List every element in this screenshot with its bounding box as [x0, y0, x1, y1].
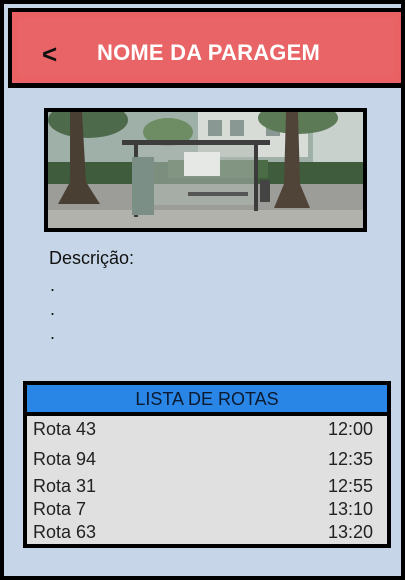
route-row[interactable]: Rota 7 13:10: [33, 499, 373, 523]
routes-panel: LISTA DE ROTAS Rota 43 12:00 Rota 94 12:…: [23, 381, 391, 548]
route-name: Rota 31: [33, 476, 97, 496]
bus-stop-photo: [44, 108, 367, 232]
top-bar-inner: < NOME DA PARAGEM: [18, 18, 395, 77]
page-title: NOME DA PARAGEM: [97, 40, 320, 65]
bus-stop-photo-image: [48, 112, 363, 228]
route-row[interactable]: Rota 43 12:00: [33, 419, 373, 443]
route-time: 12:55: [327, 476, 373, 496]
route-name: Rota 94: [33, 449, 97, 469]
route-name: Rota 43: [33, 419, 97, 439]
route-time: 13:20: [327, 522, 373, 542]
description-line: .: [50, 275, 56, 295]
description-line: .: [50, 299, 56, 319]
top-bar: < NOME DA PARAGEM: [8, 8, 405, 88]
route-row[interactable]: Rota 31 12:55: [33, 476, 373, 500]
route-name: Rota 7: [33, 499, 87, 519]
route-row[interactable]: Rota 94 12:35: [33, 449, 373, 473]
app-frame: < NOME DA PARAGEM Descrição: . . . LISTA…: [0, 0, 405, 580]
route-time: 13:10: [327, 499, 373, 519]
description-label: Descrição:: [49, 248, 135, 268]
route-name: Rota 63: [33, 522, 97, 542]
description-line: .: [50, 323, 56, 343]
route-time: 12:00: [327, 419, 373, 439]
route-row[interactable]: Rota 63 13:20: [33, 522, 373, 544]
routes-header: LISTA DE ROTAS: [27, 385, 387, 412]
route-time: 12:35: [327, 449, 373, 469]
routes-list[interactable]: Rota 43 12:00 Rota 94 12:35 Rota 31 12:5…: [27, 416, 387, 544]
